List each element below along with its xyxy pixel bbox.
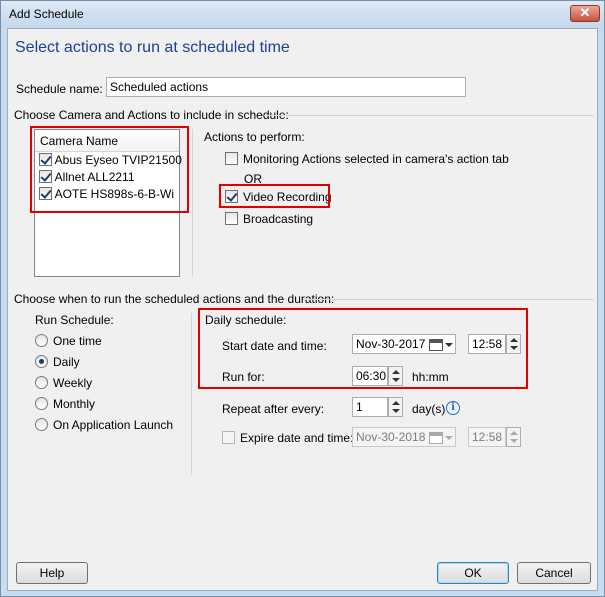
video-recording-highlight xyxy=(219,184,330,208)
monitoring-actions-option[interactable]: Monitoring Actions selected in camera's … xyxy=(225,152,509,166)
weekly-label: Weekly xyxy=(53,376,93,390)
daily-label: Daily xyxy=(53,355,80,369)
run-option-weekly[interactable]: Weekly xyxy=(35,376,92,390)
on-launch-radio[interactable] xyxy=(35,418,48,431)
broadcasting-label: Broadcasting xyxy=(243,212,314,226)
daily-schedule-title: Daily schedule: xyxy=(205,313,287,327)
expire-time-input[interactable]: 12:58 xyxy=(468,427,506,447)
calendar-icon[interactable] xyxy=(429,432,443,444)
one-time-label: One time xyxy=(53,334,102,348)
add-schedule-dialog: Add Schedule ✕ Select actions to run at … xyxy=(0,0,605,597)
expire-date-value: Nov-30-2018 xyxy=(356,430,426,444)
on-launch-label: On Application Launch xyxy=(53,418,174,432)
ok-button[interactable]: OK xyxy=(437,562,509,584)
start-time-spinner[interactable] xyxy=(506,334,521,354)
chevron-down-icon[interactable] xyxy=(445,343,453,347)
run-for-unit: hh:mm xyxy=(412,370,449,384)
monthly-label: Monthly xyxy=(53,397,96,411)
expire-label: Expire date and time: xyxy=(240,431,354,445)
expire-time-spinner[interactable] xyxy=(506,427,521,447)
run-option-daily[interactable]: Daily xyxy=(35,355,80,369)
run-for-input[interactable]: 06:30 xyxy=(352,366,388,386)
repeat-spinner[interactable] xyxy=(388,397,403,417)
expire-option[interactable]: Expire date and time: xyxy=(222,431,353,445)
info-icon[interactable]: i xyxy=(446,401,460,415)
window-title: Add Schedule xyxy=(9,7,84,21)
close-button[interactable]: ✕ xyxy=(570,5,600,22)
run-for-spinner[interactable] xyxy=(388,366,403,386)
chevron-down-icon[interactable] xyxy=(445,436,453,440)
broadcasting-checkbox[interactable] xyxy=(225,212,238,225)
camera-list-highlight xyxy=(30,126,189,213)
calendar-icon[interactable] xyxy=(429,339,443,351)
help-button[interactable]: Help xyxy=(16,562,88,584)
monthly-radio[interactable] xyxy=(35,397,48,410)
repeat-input[interactable]: 1 xyxy=(352,397,388,417)
run-option-one-time[interactable]: One time xyxy=(35,334,102,348)
run-option-monthly[interactable]: Monthly xyxy=(35,397,95,411)
repeat-label: Repeat after every: xyxy=(222,402,325,416)
run-option-on-launch[interactable]: On Application Launch xyxy=(35,418,173,432)
schedule-name-label: Schedule name: xyxy=(16,82,103,96)
title-bar: Add Schedule ✕ xyxy=(1,1,604,28)
dialog-body: Select actions to run at scheduled time … xyxy=(7,28,598,591)
start-date-value: Nov-30-2017 xyxy=(356,337,426,351)
daily-radio[interactable] xyxy=(35,355,48,368)
broadcasting-option[interactable]: Broadcasting xyxy=(225,212,313,226)
run-schedule-label: Run Schedule: xyxy=(35,313,114,327)
actions-title: Actions to perform: xyxy=(204,130,305,144)
monitoring-actions-label: Monitoring Actions selected in camera's … xyxy=(243,152,509,166)
monitoring-actions-checkbox[interactable] xyxy=(225,152,238,165)
schedule-name-input[interactable]: Scheduled actions xyxy=(106,77,466,97)
run-group-divider xyxy=(304,299,594,300)
run-group-title: Choose when to run the scheduled actions… xyxy=(14,292,335,306)
repeat-unit: day(s) xyxy=(412,402,446,416)
actions-divider xyxy=(192,129,193,277)
weekly-radio[interactable] xyxy=(35,376,48,389)
expire-checkbox[interactable] xyxy=(222,431,235,444)
start-time-input[interactable]: 12:58 xyxy=(468,334,506,354)
run-for-label: Run for: xyxy=(222,370,265,384)
start-date-label: Start date and time: xyxy=(222,339,327,353)
camera-group-title: Choose Camera and Actions to include in … xyxy=(14,108,289,122)
cancel-button[interactable]: Cancel xyxy=(517,562,591,584)
camera-group-divider xyxy=(264,115,594,116)
page-title: Select actions to run at scheduled time xyxy=(15,39,290,56)
daily-divider xyxy=(191,313,192,475)
one-time-radio[interactable] xyxy=(35,334,48,347)
